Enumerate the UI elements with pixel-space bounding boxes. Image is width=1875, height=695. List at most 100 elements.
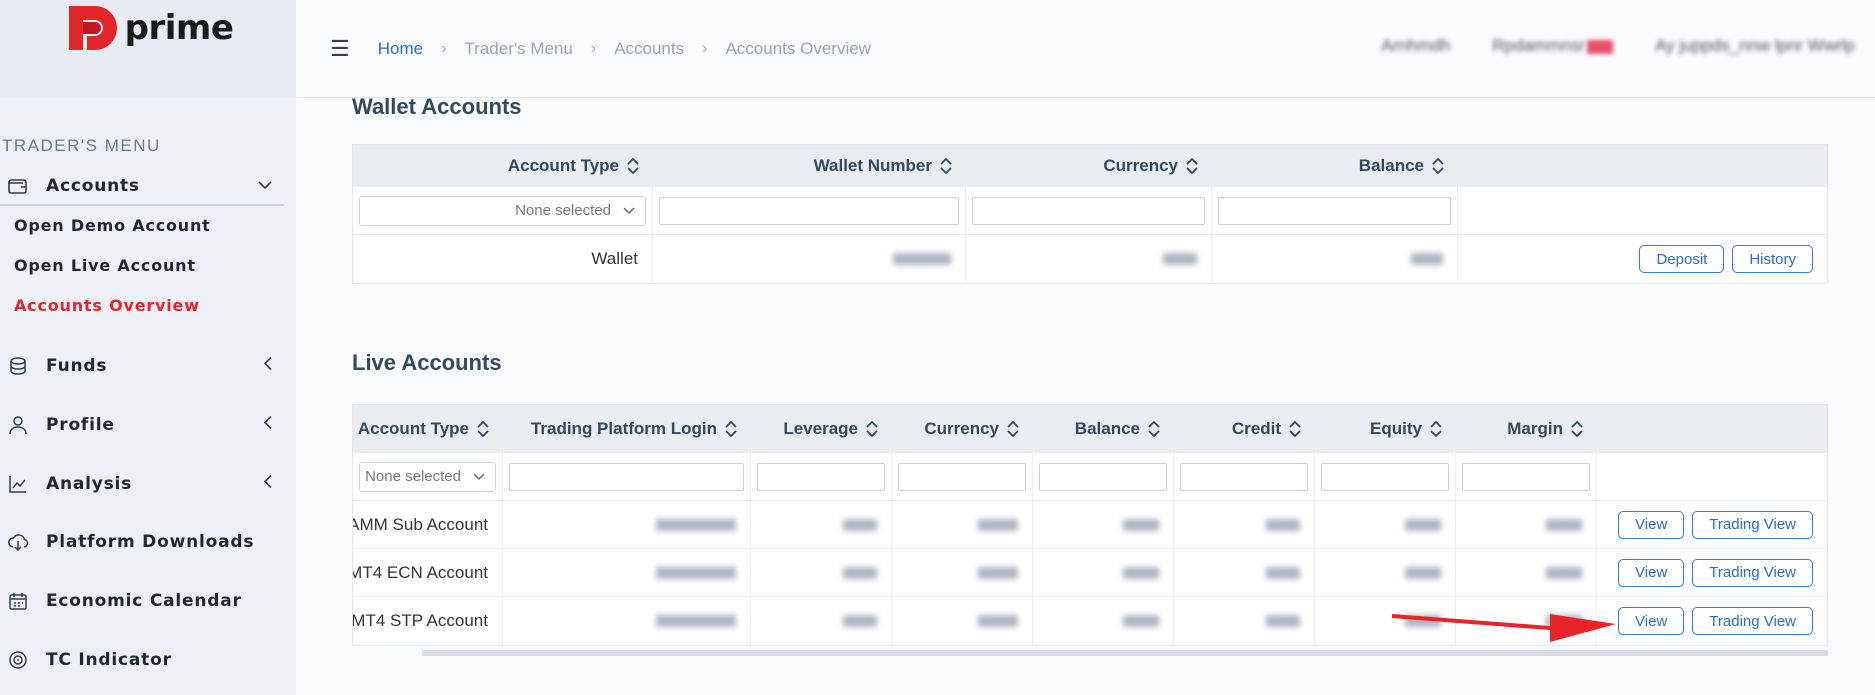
redacted-value	[893, 253, 951, 265]
sidebar-item-accounts[interactable]: Accounts	[0, 168, 284, 206]
redacted-value	[1266, 615, 1300, 627]
filter-row: None selected	[353, 453, 1827, 501]
currency-filter-input[interactable]	[972, 196, 1205, 225]
wallet-icon	[7, 175, 29, 197]
account-type-filter-select[interactable]: None selected	[359, 461, 496, 492]
cell-account-type: MT4 STP Account	[353, 597, 503, 645]
sort-icon	[866, 420, 878, 438]
redacted-value	[1546, 518, 1582, 531]
leverage-filter-input[interactable]	[757, 462, 885, 491]
sidebar-item-label: Profile	[46, 415, 115, 435]
balance-filter-input[interactable]	[1218, 196, 1451, 225]
currency-filter-input[interactable]	[898, 462, 1026, 491]
calendar-icon	[7, 590, 29, 612]
redacted-value	[1405, 566, 1441, 579]
sidebar-item-label: Economic Calendar	[46, 591, 242, 611]
header-user-item-2[interactable]: Rpdammnsr	[1492, 36, 1613, 56]
column-header-leverage[interactable]: Leverage	[751, 405, 892, 453]
chevron-left-icon	[263, 415, 272, 435]
column-header-margin[interactable]: Margin	[1456, 405, 1597, 453]
sort-icon	[1571, 420, 1583, 438]
target-icon	[7, 649, 29, 671]
coins-icon	[7, 355, 29, 377]
filter-row: None selected	[353, 187, 1827, 235]
redacted-value	[1411, 253, 1443, 265]
redacted-value	[843, 566, 877, 579]
column-header-balance[interactable]: Balance	[1212, 145, 1458, 187]
column-header-currency[interactable]: Currency	[966, 145, 1212, 187]
column-header-trading-platform-login[interactable]: Trading Platform Login	[503, 405, 751, 453]
trading-view-button[interactable]: Trading View	[1692, 510, 1813, 539]
equity-filter-input[interactable]	[1321, 462, 1449, 491]
column-header-credit[interactable]: Credit	[1174, 405, 1315, 453]
header-user-area: Arnhmdh Rpdammnsr Ay juppds_nnw lpnr Wwr…	[1381, 36, 1855, 56]
column-header-wallet-number[interactable]: Wallet Number	[653, 145, 966, 187]
breadcrumb-home[interactable]: Home	[378, 39, 423, 59]
logo[interactable]: prime	[0, 0, 296, 98]
sidebar-item-label: TC Indicator	[46, 650, 172, 670]
column-header-balance[interactable]: Balance	[1033, 405, 1174, 453]
chevron-down-icon	[473, 473, 485, 480]
annotation-arrow-icon	[1392, 614, 1616, 642]
table-row: MT4 ECN Account View Trading View	[353, 549, 1827, 597]
sort-icon	[627, 157, 639, 175]
login-filter-input[interactable]	[509, 462, 744, 491]
column-header-equity[interactable]: Equity	[1315, 405, 1456, 453]
sort-icon	[1432, 157, 1444, 175]
trading-view-button[interactable]: Trading View	[1692, 607, 1813, 635]
sidebar-item-tc-indicator[interactable]: TC Indicator	[0, 640, 284, 680]
redacted-value	[656, 518, 736, 531]
sidebar-item-economic-calendar[interactable]: Economic Calendar	[0, 581, 284, 621]
sort-icon	[477, 420, 489, 438]
wallet-number-filter-input[interactable]	[659, 196, 959, 225]
cell-account-type: AMM Sub Account	[353, 501, 503, 548]
view-button[interactable]: View	[1618, 510, 1685, 539]
credit-filter-input[interactable]	[1180, 462, 1308, 491]
sidebar-subitem-open-demo[interactable]: Open Demo Account	[14, 216, 211, 235]
view-button[interactable]: View	[1618, 558, 1685, 587]
redacted-value	[656, 566, 736, 579]
breadcrumb-separator-icon: ›	[441, 39, 447, 57]
chart-icon	[7, 473, 29, 495]
view-button[interactable]: View	[1618, 607, 1685, 635]
sidebar-item-label: Funds	[46, 356, 108, 376]
table-header-row: Account Type Wallet Number Currency Bala…	[353, 145, 1827, 187]
prime-logo-icon	[68, 6, 117, 50]
header-user-item-1[interactable]: Arnhmdh	[1381, 36, 1450, 56]
column-header-account-type[interactable]: Account Type	[353, 145, 653, 187]
breadcrumb: Home › Trader's Menu › Accounts › Accoun…	[378, 39, 871, 59]
sort-icon	[1186, 157, 1198, 175]
redacted-value	[978, 518, 1018, 531]
sidebar: prime TRADER'S MENU Accounts Open Demo A…	[0, 0, 296, 695]
horizontal-scrollbar[interactable]	[422, 650, 1828, 656]
redacted-value	[1123, 566, 1159, 579]
breadcrumb-traders-menu[interactable]: Trader's Menu	[464, 39, 572, 59]
sidebar-item-profile[interactable]: Profile	[0, 405, 284, 445]
sidebar-item-label: Platform Downloads	[46, 532, 255, 552]
sidebar-subitem-accounts-overview[interactable]: Accounts Overview	[14, 296, 200, 315]
balance-filter-input[interactable]	[1039, 462, 1167, 491]
deposit-button[interactable]: Deposit	[1639, 245, 1725, 273]
trading-view-button[interactable]: Trading View	[1692, 558, 1813, 587]
account-type-filter-select[interactable]: None selected	[359, 195, 646, 226]
redacted-value	[978, 566, 1018, 579]
sidebar-item-funds[interactable]: Funds	[0, 346, 284, 386]
breadcrumb-accounts[interactable]: Accounts	[614, 39, 684, 59]
sidebar-item-platform-downloads[interactable]: Platform Downloads	[0, 522, 284, 562]
breadcrumb-accounts-overview: Accounts Overview	[725, 38, 871, 58]
column-header-account-type[interactable]: Account Type	[353, 405, 503, 453]
redacted-value	[1266, 566, 1300, 579]
header-user-item-3[interactable]: Ay juppds_nnw lpnr Wwrlp	[1655, 36, 1855, 56]
sort-icon	[1007, 420, 1019, 438]
sidebar-item-analysis[interactable]: Analysis	[0, 464, 284, 504]
cell-account-type: Wallet	[353, 235, 653, 283]
column-header-currency[interactable]: Currency	[892, 405, 1033, 453]
history-button[interactable]: History	[1732, 245, 1813, 273]
redacted-value	[843, 615, 877, 627]
redacted-value	[1266, 518, 1300, 531]
hamburger-menu-icon[interactable]: ☰	[330, 36, 350, 62]
table-row: Wallet Deposit History	[353, 235, 1827, 283]
sidebar-subitem-open-live[interactable]: Open Live Account	[14, 256, 196, 275]
margin-filter-input[interactable]	[1462, 462, 1590, 491]
sort-icon	[725, 420, 737, 438]
